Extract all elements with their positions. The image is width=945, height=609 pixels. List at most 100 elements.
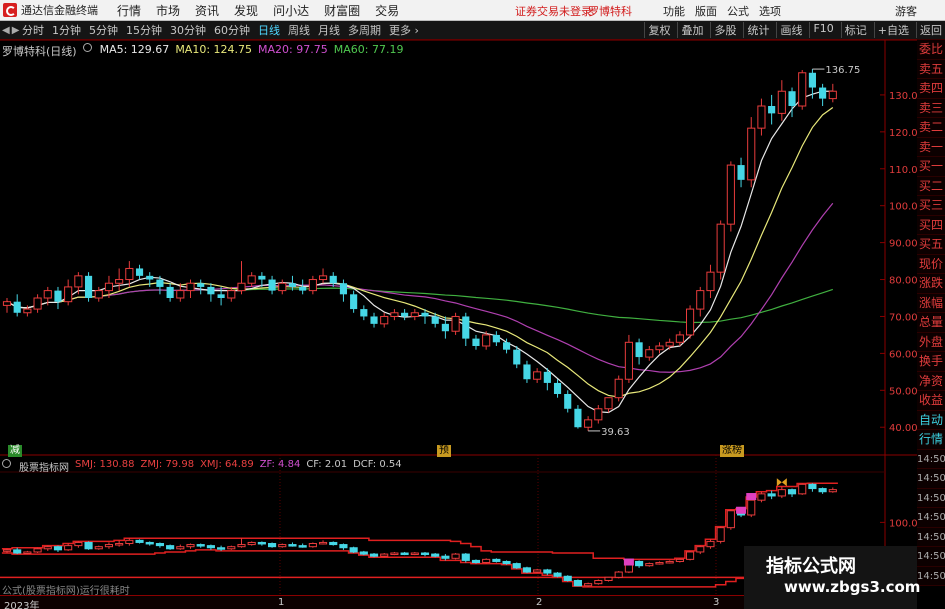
candle-body-up [604, 397, 613, 410]
side-tab[interactable]: 14:50 [917, 547, 945, 567]
candle-body-down [329, 275, 337, 284]
xmj-value: XMJ: 64.89 [200, 459, 254, 470]
candle-body-down [13, 301, 21, 313]
side-tab[interactable]: 卖一 [917, 137, 945, 157]
side-tab[interactable]: 买四 [917, 215, 945, 235]
indicator-candle-body [818, 488, 827, 493]
candle-body-down [268, 279, 276, 291]
indicator-candle-body [492, 558, 501, 562]
indicator-candle-body [584, 583, 593, 587]
side-tab[interactable]: 14:50 [917, 566, 945, 586]
indicator-candle-body [369, 553, 379, 557]
side-tab[interactable]: 14:50 [917, 488, 945, 508]
side-tab[interactable]: 行情 [917, 430, 945, 450]
indicator-candle-body [696, 546, 705, 553]
price-tick-label: 90.00 [889, 239, 918, 250]
candle-body-up [624, 341, 633, 380]
candle-body-down [472, 338, 480, 346]
settings-circle-icon[interactable] [82, 43, 92, 52]
stock-period-label[interactable]: 罗博特科(日线) [2, 43, 77, 59]
indicator-candle-body [482, 558, 491, 564]
candle-body-up [74, 275, 83, 288]
candle-body-up [125, 267, 134, 281]
candle-body-down [54, 290, 62, 302]
candle-body-down [401, 312, 409, 317]
indicator-candle-body [115, 543, 124, 546]
side-tab[interactable]: 总量 [917, 313, 945, 333]
price-tick-label: 60.00 [889, 349, 918, 360]
indicator-candle-body [196, 544, 205, 547]
indicator-candle-body [349, 547, 358, 553]
indicator-candle-body [125, 539, 134, 545]
side-tab[interactable]: 卖二 [917, 118, 945, 138]
candle-body-down [84, 275, 93, 298]
candle-body-down [146, 275, 154, 280]
candle-body-down [513, 349, 521, 365]
indicator-candle-body [614, 571, 623, 578]
date-label-feb: 2 [536, 597, 543, 608]
side-tab[interactable]: 买五 [917, 235, 945, 255]
indicator-candle-body [645, 563, 654, 567]
side-tab[interactable]: 卖四 [917, 79, 945, 99]
candle-body-down [207, 286, 215, 295]
candle-body-up [237, 282, 246, 292]
side-tab[interactable]: 外盘 [917, 332, 945, 352]
candle-body-down [360, 309, 368, 317]
indicator-candle-body [23, 551, 32, 554]
indicator-candle-body [64, 545, 73, 551]
indicator-name[interactable]: 股票指标网 [19, 459, 69, 474]
candle-body-up [64, 286, 73, 303]
tag-top-gainers[interactable]: 涨榜 [720, 445, 744, 457]
side-tab[interactable]: 14:50 [917, 508, 945, 528]
indicator-candle-body [43, 546, 52, 550]
side-tab[interactable]: 委比 [917, 40, 945, 60]
date-label-mar: 3 [713, 597, 720, 608]
candle-body-down [197, 283, 205, 287]
side-tab[interactable]: 买二 [917, 176, 945, 196]
indicator-candle-body [512, 563, 521, 569]
indicator-candle-body [94, 546, 103, 550]
butterfly-marker-icon [776, 478, 787, 487]
ma60-line [6, 287, 833, 324]
chart-info: 罗博特科(日线) MA5: 129.67 MA10: 124.75 MA20: … [2, 43, 403, 59]
candles [2, 69, 837, 431]
indicator-candle-body [288, 544, 297, 547]
candle-body-up [716, 223, 725, 273]
zf-value: ZF: 4.84 [259, 459, 301, 470]
indicator-circle-icon[interactable] [2, 459, 11, 468]
candle-body-down [431, 316, 439, 324]
candle-body-down [135, 268, 144, 276]
indicator-candle-body [787, 489, 797, 495]
indicator-candle-body [308, 543, 317, 548]
kline-chart[interactable]: 130.00120.00110.00100.0090.0080.0070.006… [0, 0, 945, 609]
side-tab[interactable]: 收益 [917, 391, 945, 411]
side-tab[interactable]: 买一 [917, 157, 945, 177]
side-tab[interactable]: 卖五 [917, 59, 945, 79]
indicator-candle-body [135, 539, 144, 543]
side-tab[interactable]: 卖三 [917, 98, 945, 118]
dcf-value: DCF: 0.54 [353, 459, 402, 470]
candle-body-down [808, 72, 816, 88]
candle-body-down [441, 323, 449, 332]
candle-body-up [176, 290, 185, 299]
indicator-candle-body [828, 489, 837, 493]
indicator-candle-body [329, 541, 338, 546]
side-tab[interactable]: 自动 [917, 410, 945, 430]
side-tab[interactable]: 净资 [917, 371, 945, 391]
candle-body-up [278, 282, 287, 292]
side-tab[interactable]: 换手 [917, 352, 945, 372]
side-tab[interactable]: 14:50 [917, 469, 945, 489]
side-tab[interactable]: 14:50 [917, 449, 945, 469]
indicator-candle-body [74, 541, 83, 547]
tag-reduce[interactable]: 减 [8, 445, 22, 457]
ma60-value: MA60: 77.19 [333, 43, 404, 56]
candle-body-down [421, 312, 429, 317]
candle-body-up [706, 271, 715, 292]
side-tab[interactable]: 涨跌 [917, 274, 945, 294]
side-tab[interactable]: 买三 [917, 196, 945, 216]
side-tab[interactable]: 现价 [917, 254, 945, 274]
signal-marker [623, 558, 634, 566]
side-tab[interactable]: 14:50 [917, 527, 945, 547]
tag-forecast[interactable]: 预 [437, 445, 451, 457]
side-tab[interactable]: 涨幅 [917, 293, 945, 313]
